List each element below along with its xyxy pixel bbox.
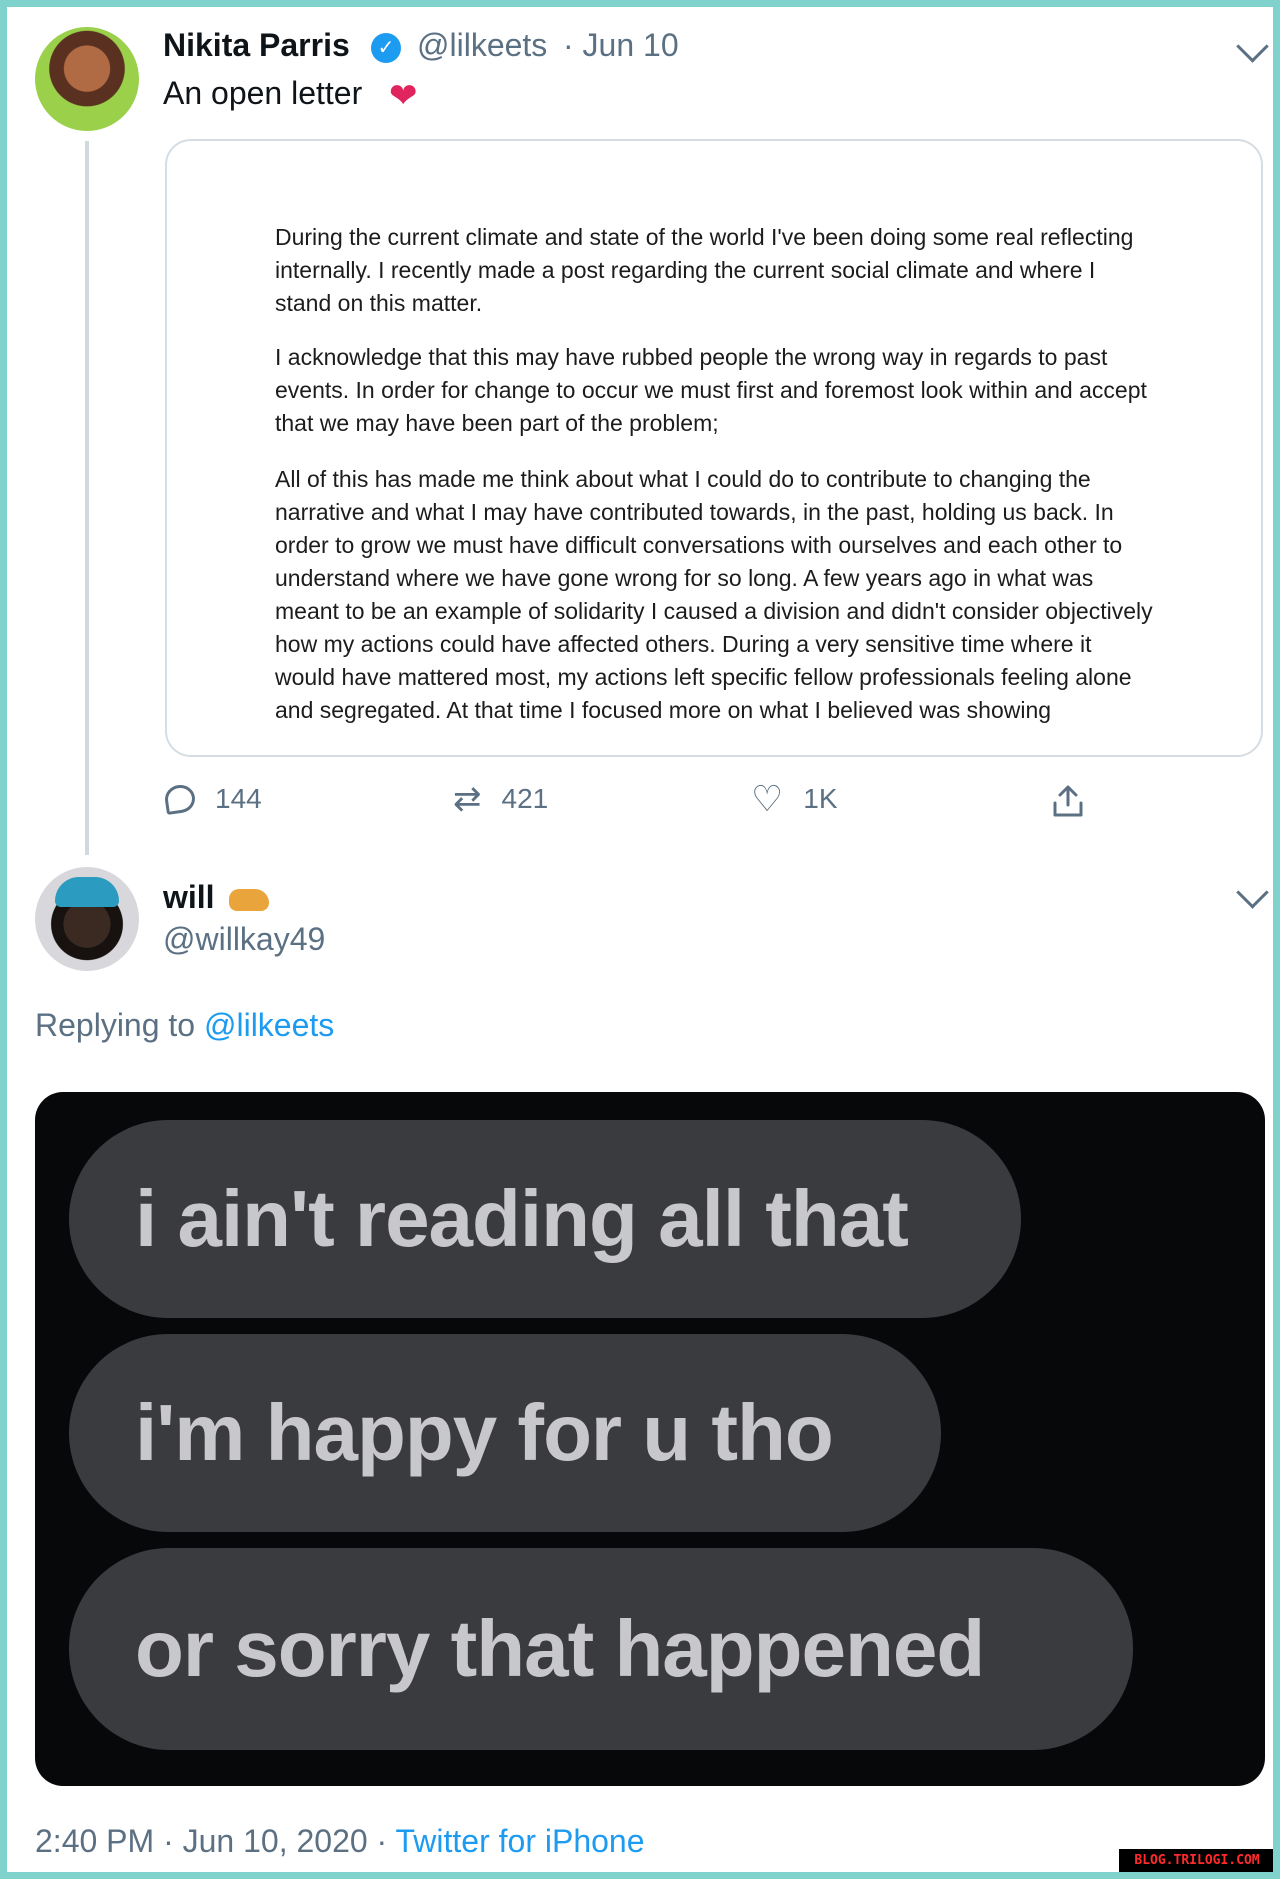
like-button[interactable]: ♡ 1K: [751, 779, 838, 819]
message-bubble: i ain't reading all that: [69, 1120, 1021, 1318]
replying-to: Replying to @lilkeets: [35, 1007, 334, 1044]
author-handle[interactable]: @willkay49: [163, 921, 325, 958]
letter-paragraph: All of this has made me think about what…: [275, 466, 1153, 723]
message-bubble: or sorry that happened: [69, 1548, 1133, 1750]
reply-count: 144: [215, 783, 262, 814]
replying-to-link[interactable]: @lilkeets: [204, 1007, 334, 1043]
letter-paragraph: During the current climate and state of …: [275, 224, 1134, 316]
author-name[interactable]: will: [163, 879, 215, 916]
message-bubble: i'm happy for u tho: [69, 1334, 941, 1532]
retweet-icon: ⇄: [453, 780, 482, 818]
tweet-date[interactable]: · Jun 10: [563, 27, 679, 64]
author-name[interactable]: Nikita Parris: [163, 27, 350, 64]
reply-image[interactable]: i ain't reading all that i'm happy for u…: [35, 1092, 1265, 1786]
heart-emoji: ❤: [389, 77, 418, 115]
tweet-timestamp: 2:40 PM · Jun 10, 2020 · Twitter for iPh…: [35, 1823, 645, 1860]
chevron-down-icon[interactable]: [1236, 30, 1269, 63]
thread-line: [85, 141, 89, 855]
chevron-down-icon[interactable]: [1236, 876, 1269, 909]
author-handle[interactable]: @lilkeets: [417, 27, 547, 64]
watermark: BLOG.TRILOGI.COM: [1119, 1849, 1273, 1872]
reply-icon: [163, 783, 197, 815]
verified-badge-icon: ✓: [371, 33, 401, 63]
letter-image[interactable]: During the current climate and state of …: [165, 139, 1263, 757]
tweet-text: An open letter: [163, 75, 363, 111]
like-icon: ♡: [751, 778, 784, 819]
like-count: 1K: [803, 783, 838, 814]
retweet-button[interactable]: ⇄ 421: [453, 779, 548, 819]
replying-prefix: Replying to: [35, 1007, 196, 1043]
reply-button[interactable]: 144: [163, 779, 262, 819]
screenshot-frame: Nikita Parris ✓ @lilkeets · Jun 10 An op…: [0, 0, 1280, 1879]
timestamp-text[interactable]: 2:40 PM · Jun 10, 2020 ·: [35, 1823, 387, 1859]
cow-emoji: [229, 889, 269, 911]
source-link[interactable]: Twitter for iPhone: [396, 1823, 645, 1859]
retweet-count: 421: [501, 783, 549, 814]
avatar[interactable]: [35, 867, 139, 971]
letter-paragraph: I acknowledge that this may have rubbed …: [275, 344, 1147, 436]
share-icon[interactable]: [1051, 783, 1085, 819]
avatar[interactable]: [35, 27, 139, 131]
